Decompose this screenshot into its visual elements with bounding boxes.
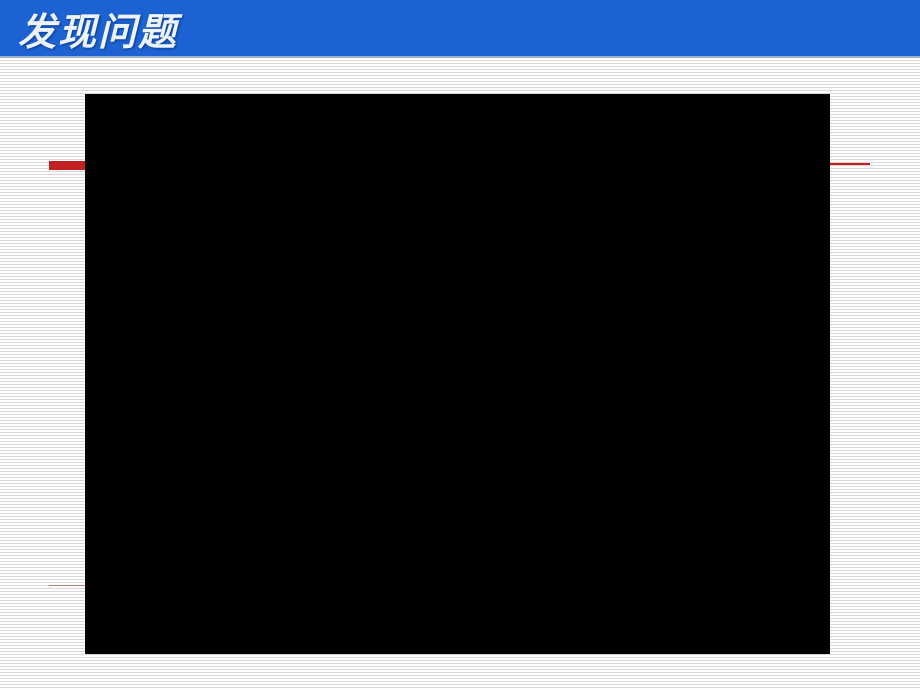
title-underline [0, 56, 920, 58]
media-placeholder [85, 94, 830, 654]
slide-container: 发现问题 [0, 0, 920, 690]
title-bar: 发现问题 [0, 0, 920, 56]
slide-title: 发现问题 [18, 1, 178, 56]
accent-line-right [830, 163, 870, 165]
